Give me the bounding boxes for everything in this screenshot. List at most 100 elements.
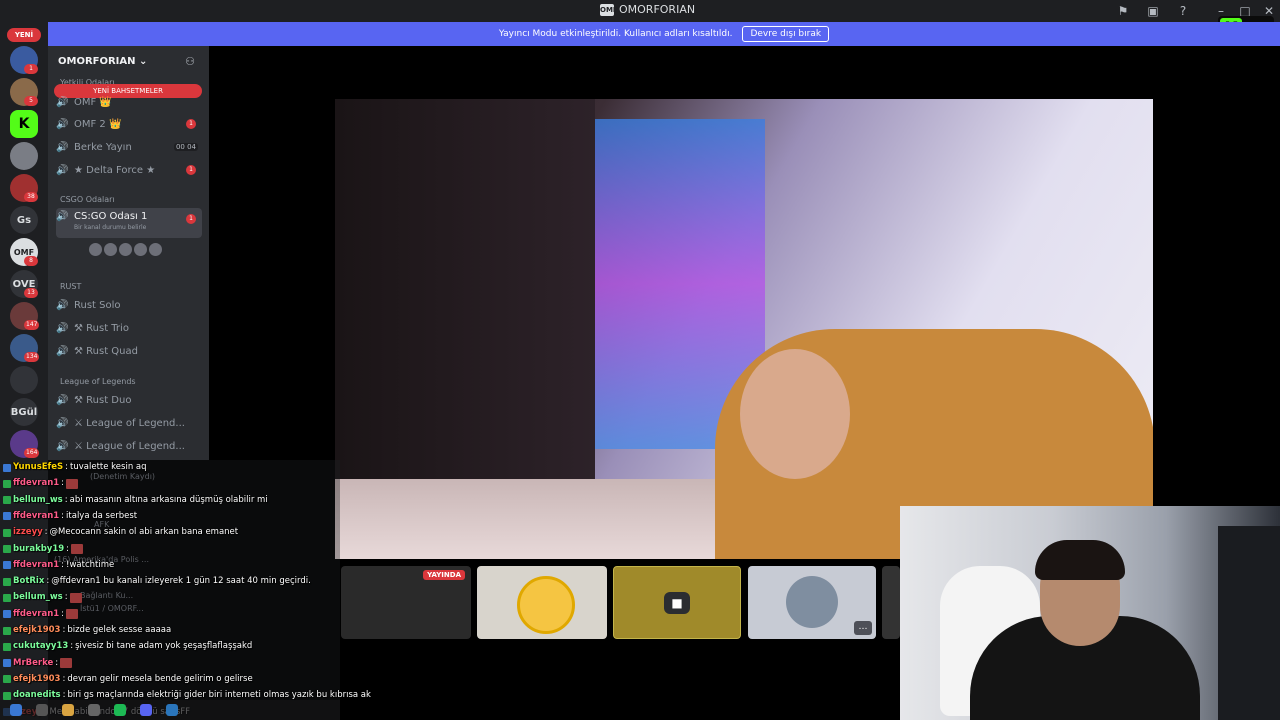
channel-delta-force[interactable]: 🔊 ★ Delta Force ★ 1 xyxy=(56,160,202,180)
unread-badge: 1 xyxy=(186,165,196,175)
chat-message: izzeyy: @Mecocann sakin ol abi arkan bana… xyxy=(3,527,238,538)
chat-separator: : xyxy=(61,510,65,521)
avatar xyxy=(786,576,838,628)
participant-tile[interactable] xyxy=(477,566,607,639)
avatar[interactable] xyxy=(148,242,163,257)
start-icon[interactable] xyxy=(10,704,22,716)
app-icon[interactable] xyxy=(88,704,100,716)
chat-message: ffdevran1: !watchtime xyxy=(3,560,114,571)
channel-rust-trio[interactable]: 🔊 ⚒ Rust Trio xyxy=(56,318,202,338)
chat-separator: : xyxy=(64,592,68,603)
participant-tile-camera-off[interactable]: ■ xyxy=(613,566,741,639)
ghost-sub: İstü1 / OMORF... xyxy=(80,604,144,613)
voice-members xyxy=(88,242,163,257)
mention-badge: 38 xyxy=(24,192,38,202)
server-icon[interactable]: Gs xyxy=(10,206,38,234)
discord-icon[interactable] xyxy=(140,704,152,716)
avatar[interactable] xyxy=(118,242,133,257)
channel-rust-quad[interactable]: 🔊 ⚒ Rust Quad xyxy=(56,341,202,361)
speaker-icon: 🔊 xyxy=(56,394,69,406)
chat-badge-icon xyxy=(3,642,11,651)
mention-badge: 1 xyxy=(24,64,38,74)
disable-button[interactable]: Devre dışı bırak xyxy=(742,26,830,42)
chat-badge-icon xyxy=(3,512,11,521)
webcam-monitor xyxy=(1218,526,1280,720)
category-rust[interactable]: RUST xyxy=(60,282,81,291)
window-title: OMORFORIAN xyxy=(619,3,696,16)
chat-username: burakby19 xyxy=(13,543,65,554)
chat-message: ffdevran1: xyxy=(3,478,80,489)
search-icon[interactable] xyxy=(36,704,48,716)
chat-username: ffdevran1 xyxy=(13,608,60,619)
folder-icon[interactable] xyxy=(62,704,74,716)
stream-thumbnail[interactable]: YAYINDA xyxy=(341,566,471,639)
chat-separator: : xyxy=(64,494,68,505)
help-icon[interactable]: ? xyxy=(1176,4,1190,18)
participant-tile-partial[interactable] xyxy=(882,566,900,639)
category-lol[interactable]: League of Legends xyxy=(60,377,136,386)
chat-text: şivesiz bi tane adam yok şeşaşflaflaşşak… xyxy=(75,641,253,652)
channel-omf2[interactable]: 🔊 OMF 2 👑 1 xyxy=(56,114,202,134)
new-badge[interactable]: YENİ xyxy=(7,28,41,42)
avatar[interactable] xyxy=(88,242,103,257)
emote-icon xyxy=(60,658,73,669)
app-title: OMF OMORFORIAN xyxy=(600,3,695,16)
channel-rust-solo[interactable]: 🔊 Rust Solo xyxy=(56,295,202,315)
chat-message: burakby19: xyxy=(3,544,85,555)
mention-badge: 134 xyxy=(24,352,40,362)
more-options-icon[interactable]: … xyxy=(854,621,872,635)
camera-icon: ■ xyxy=(664,592,690,614)
server-icon[interactable]: K xyxy=(10,110,38,138)
chat-username: ffdevran1 xyxy=(13,559,60,570)
inbox-icon[interactable]: ⚑ xyxy=(1116,4,1130,18)
speaker-icon: 🔊 xyxy=(56,299,69,311)
channel-lol-2[interactable]: 🔊 ⚔ League of Legend... xyxy=(56,436,202,456)
channel-lol-1[interactable]: 🔊 ⚔ League of Legend... xyxy=(56,413,202,433)
server-name[interactable]: OMORFORIAN ⌄ xyxy=(58,56,147,67)
speaker-icon: 🔊 xyxy=(56,322,69,334)
chat-separator: : xyxy=(44,527,48,538)
speaker-icon: 🔊 xyxy=(56,96,69,108)
emote-icon xyxy=(66,609,79,620)
server-icon[interactable] xyxy=(10,142,38,170)
channel-omf[interactable]: 🔊 OMF 👑 xyxy=(56,92,202,112)
avatar[interactable] xyxy=(133,242,148,257)
spotify-icon[interactable] xyxy=(114,704,126,716)
server-icon[interactable] xyxy=(10,366,38,394)
chat-text: italya da serbest xyxy=(66,510,138,521)
user-limit: 00 04 xyxy=(173,143,198,151)
live-badge: YAYINDA xyxy=(423,570,465,580)
taskbar xyxy=(0,700,340,720)
channel-status[interactable]: Bir kanal durumu belirle xyxy=(74,224,146,231)
add-member-icon[interactable]: ⚇ xyxy=(185,55,195,68)
chat-text: @Mecocann sakin ol abi arkan bana emanet xyxy=(49,527,239,538)
chat-badge-icon xyxy=(3,675,11,684)
chat-message: bellum_ws: abi masanın altına arkasına dü… xyxy=(3,495,268,506)
chat-message: ffdevran1: xyxy=(3,609,80,620)
server-icon[interactable]: BGül xyxy=(10,398,38,426)
unread-badge: 1 xyxy=(186,214,196,224)
chat-username: efejk1903 xyxy=(13,625,61,635)
category-csgo[interactable]: CSGO Odaları xyxy=(60,195,115,204)
channel-rust-duo[interactable]: 🔊 ⚒ Rust Duo xyxy=(56,390,202,410)
streamer-mode-banner: Yayıncı Modu etkinleştirildi. Kullanıcı … xyxy=(48,22,1280,46)
channel-sidebar: OMORFORIAN ⌄ ⚇ Yetkili Odaları YENİ BAHS… xyxy=(48,46,209,460)
mention-badge: 5 xyxy=(24,96,38,106)
chat-username: efejk1903 xyxy=(13,673,61,684)
steam-icon[interactable] xyxy=(166,704,178,716)
streamer-head xyxy=(740,349,850,479)
chat-separator: : xyxy=(66,543,70,554)
main-stream-video[interactable] xyxy=(335,99,1153,559)
chat-badge-icon xyxy=(3,691,11,700)
chat-text: tuvalette kesin aq xyxy=(70,462,147,472)
participant-tile[interactable]: … xyxy=(748,566,876,639)
screen-icon[interactable]: ▣ xyxy=(1146,4,1160,18)
banner-text: Yayıncı Modu etkinleştirildi. Kullanıcı … xyxy=(498,29,733,39)
chat-message: bellum_ws: xyxy=(3,592,84,603)
channel-berke-yayin[interactable]: 🔊 Berke Yayın 00 04 xyxy=(56,137,202,157)
channel-csgo-1[interactable]: 🔊 CS:GO Odası 1 1 Bir kanal durumu belirl… xyxy=(56,208,202,238)
speaker-icon: 🔊 xyxy=(56,417,69,429)
chat-badge-icon xyxy=(3,577,11,586)
chat-message: efejk1903: bizde gelek sesse aaaaa xyxy=(3,625,171,636)
avatar[interactable] xyxy=(103,242,118,257)
